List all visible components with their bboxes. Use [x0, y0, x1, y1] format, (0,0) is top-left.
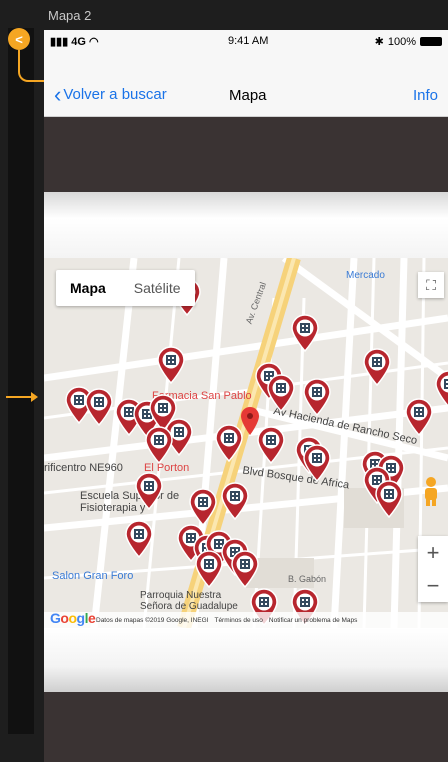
- property-marker-icon[interactable]: [230, 550, 260, 588]
- property-marker-icon[interactable]: [134, 472, 164, 510]
- prototype-link-icon[interactable]: <: [8, 28, 30, 50]
- info-button[interactable]: Info: [413, 87, 438, 104]
- property-marker-icon[interactable]: [194, 550, 224, 588]
- property-marker-icon[interactable]: [302, 378, 332, 416]
- fullscreen-icon[interactable]: ⛶: [418, 272, 444, 298]
- artboard-title: Mapa 2: [48, 8, 92, 23]
- property-marker-icon[interactable]: [290, 314, 320, 352]
- map-type-button-satellite[interactable]: Satélite: [120, 270, 195, 306]
- back-button-label: Volver a buscar: [63, 86, 167, 103]
- prototype-connector: [18, 50, 46, 82]
- property-marker-icon[interactable]: [362, 348, 392, 386]
- property-marker-icon[interactable]: [434, 370, 448, 408]
- network-type: 4G: [71, 36, 86, 48]
- property-marker-icon[interactable]: [188, 488, 218, 526]
- bluetooth-icon: ✱: [374, 36, 384, 48]
- street-view-pegman-icon[interactable]: [420, 476, 442, 506]
- signal-indicator: ▮▮▮ 4G ◠: [50, 35, 99, 48]
- navigation-bar: ‹ Volver a buscar Mapa Info: [44, 54, 448, 117]
- battery-indicator: ✱ 100%: [375, 35, 442, 48]
- signal-bars-icon: ▮▮▮: [50, 36, 69, 48]
- terms-link[interactable]: Términos de uso: [214, 617, 262, 624]
- page-curl-bottom: [44, 628, 448, 692]
- page-title: Mapa: [229, 87, 267, 104]
- poi-centro[interactable]: rificentro NE960: [44, 462, 123, 474]
- google-logo: Google: [50, 610, 96, 626]
- battery-percent: 100%: [387, 35, 416, 48]
- current-location-pin-icon[interactable]: [240, 406, 270, 444]
- zoom-in-button[interactable]: +: [418, 536, 448, 569]
- property-marker-icon[interactable]: [84, 388, 114, 426]
- page-curl-top: [44, 192, 448, 258]
- battery-icon: [420, 37, 442, 46]
- prototype-arrow-icon: [6, 392, 38, 402]
- property-marker-icon[interactable]: [144, 426, 174, 464]
- poi-salon[interactable]: Salon Gran Foro: [52, 570, 133, 582]
- map-footer: Datos de mapas ©2019 Google, INEGI Térmi…: [44, 612, 448, 628]
- map-type-control: Mapa Satélite: [56, 270, 195, 306]
- chevron-left-icon: ‹: [54, 82, 62, 107]
- street-b-gabon: B. Gabón: [288, 574, 327, 584]
- property-marker-icon[interactable]: [404, 398, 434, 436]
- property-marker-icon[interactable]: [220, 482, 250, 520]
- property-marker-icon[interactable]: [266, 374, 296, 412]
- poi-parroquia[interactable]: Parroquia Nuestra Señora de Guadalupe: [140, 590, 250, 612]
- dark-band-bottom: [44, 692, 448, 762]
- map-type-button-map[interactable]: Mapa: [56, 270, 120, 306]
- property-marker-icon[interactable]: [374, 480, 404, 518]
- status-bar: ▮▮▮ 4G ◠ 9:41 AM ✱ 100%: [44, 30, 448, 54]
- zoom-control: + −: [418, 536, 448, 602]
- phone-screen: ▮▮▮ 4G ◠ 9:41 AM ✱ 100% ‹ Volver a busca…: [44, 30, 448, 762]
- side-panel: [8, 28, 34, 734]
- map-view[interactable]: Farmacia San Pablo Mercado Av Hacienda d…: [44, 258, 448, 628]
- back-button[interactable]: ‹ Volver a buscar: [54, 82, 167, 107]
- map-data-credit: Datos de mapas ©2019 Google, INEGI: [96, 616, 209, 624]
- wifi-icon: ◠: [88, 36, 99, 48]
- poi-mercado[interactable]: Mercado: [346, 270, 385, 281]
- property-marker-icon[interactable]: [124, 520, 154, 558]
- property-marker-icon[interactable]: [302, 444, 332, 482]
- dark-band-top: [44, 117, 448, 187]
- property-marker-icon[interactable]: [156, 346, 186, 384]
- status-time: 9:41 AM: [228, 35, 269, 47]
- zoom-out-button[interactable]: −: [418, 569, 448, 602]
- report-problem-link[interactable]: Notificar un problema de Maps: [269, 617, 358, 624]
